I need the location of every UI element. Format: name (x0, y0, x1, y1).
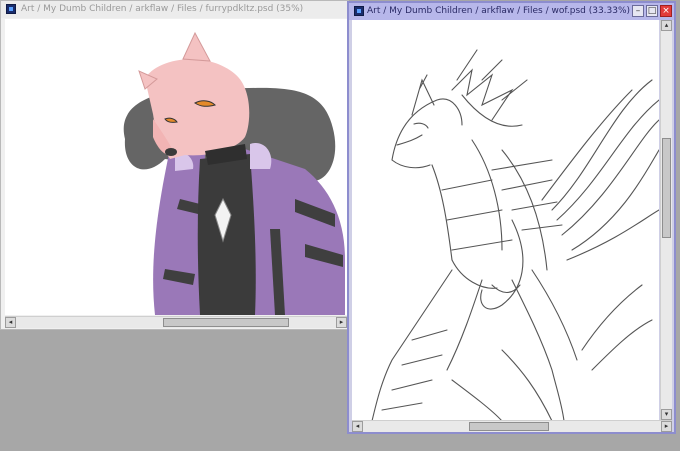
scroll-left-arrow-icon[interactable]: ◂ (352, 421, 363, 432)
horizontal-scroll-thumb[interactable] (163, 318, 289, 327)
document-window-furry[interactable]: Art / My Dumb Children / arkflaw / Files… (0, 0, 349, 330)
scroll-up-arrow-icon[interactable]: ▴ (661, 20, 672, 31)
window-titlebar[interactable]: Art / My Dumb Children / arkflaw / Files… (1, 1, 348, 18)
window-title: Art / My Dumb Children / arkflaw / Files… (21, 4, 304, 14)
paint-app-icon (354, 6, 364, 16)
document-window-wof[interactable]: Art / My Dumb Children / arkflaw / Files… (347, 1, 676, 434)
maximize-icon: □ (647, 6, 657, 16)
vertical-scroll-thumb[interactable] (662, 138, 671, 238)
horizontal-scrollbar[interactable]: ◂ ▸ (352, 420, 672, 432)
horizontal-scroll-thumb[interactable] (469, 422, 549, 431)
colored-wolf-artwork (123, 31, 345, 315)
maximize-button[interactable]: □ (646, 5, 658, 17)
window-title: Art / My Dumb Children / arkflaw / Files… (367, 6, 631, 16)
scroll-down-arrow-icon[interactable]: ▾ (661, 409, 672, 420)
minimize-button[interactable]: – (632, 5, 644, 17)
vertical-scrollbar[interactable]: ▴ ▾ (660, 20, 672, 420)
sketch-wolf-artwork (371, 49, 659, 421)
paint-app-icon (6, 4, 16, 14)
close-icon: × (662, 6, 670, 16)
drawing-canvas[interactable] (5, 19, 347, 315)
scroll-right-arrow-icon[interactable]: ▸ (336, 317, 347, 328)
scroll-left-arrow-icon[interactable]: ◂ (5, 317, 16, 328)
close-button[interactable]: × (660, 5, 672, 17)
minimize-icon: – (635, 6, 641, 16)
window-titlebar[interactable]: Art / My Dumb Children / arkflaw / Files… (349, 3, 674, 20)
drawing-canvas[interactable] (352, 20, 659, 421)
scroll-right-arrow-icon[interactable]: ▸ (661, 421, 672, 432)
horizontal-scrollbar[interactable]: ◂ ▸ (5, 316, 347, 328)
